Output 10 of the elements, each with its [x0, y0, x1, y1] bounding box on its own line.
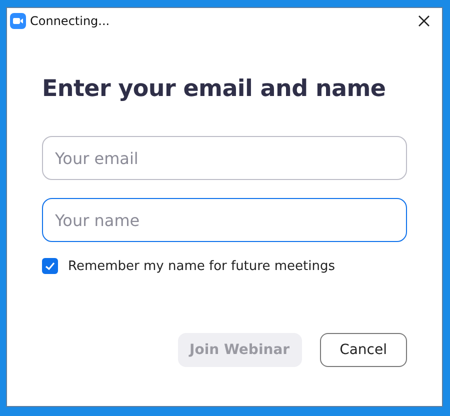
cancel-button[interactable]: Cancel: [320, 333, 407, 367]
dialog-heading: Enter your email and name: [42, 76, 387, 102]
input-field[interactable]: Your email: [42, 136, 407, 180]
checkmark-icon: [44, 260, 56, 272]
checkbox-label[interactable]: Remember my name for future meetings: [68, 258, 335, 274]
video-camera-icon: [10, 13, 26, 29]
window-title: Connecting...: [30, 14, 111, 28]
close-icon[interactable]: [418, 15, 430, 27]
checkbox[interactable]: [42, 258, 58, 274]
input-field[interactable]: Your name: [42, 198, 407, 242]
